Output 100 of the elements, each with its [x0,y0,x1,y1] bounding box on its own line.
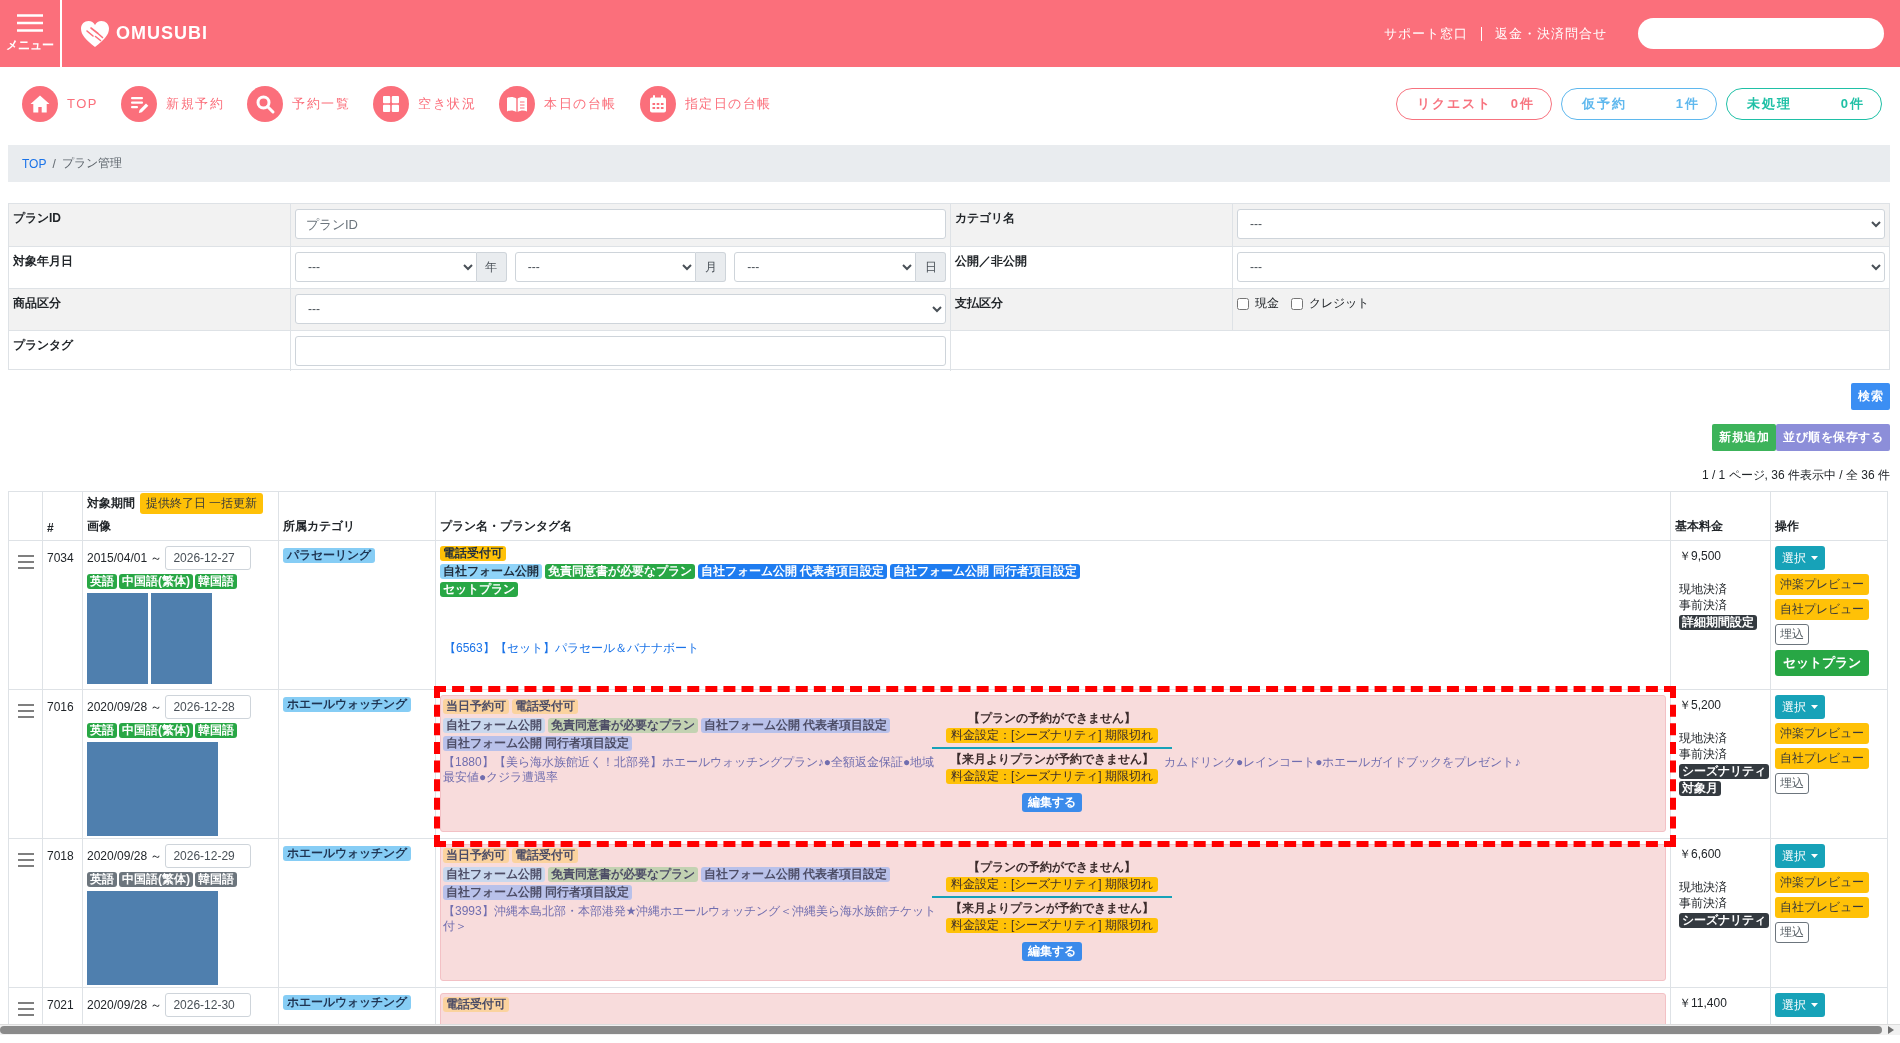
calendar-icon [639,85,676,122]
plan-tag: 自社フォーム公開 同行者項目設定 [443,885,633,900]
document-pencil-icon [121,85,157,122]
price-text: ￥11,400 [1679,995,1727,1012]
drag-handle-icon[interactable] [18,704,34,718]
unavailable-message: 【来月よりプランが予約できません】 [950,901,1154,916]
select-dropdown-button[interactable]: 選択 [1775,695,1825,719]
expired-badge: 料金設定：[シーズナリティ] 期限切れ [946,769,1158,784]
edit-button[interactable]: 編集する [1022,793,1082,812]
nav-link[interactable]: 空き状況 [373,85,476,122]
select-field[interactable]: --- [1237,209,1885,239]
grid-icon [373,85,409,122]
price-text: ￥6,600 [1679,846,1722,863]
plan-tag: 自社フォーム公開 代表者項目設定 [701,718,891,733]
heart-logo-icon [80,19,110,48]
select-dropdown-button[interactable]: 選択 [1775,993,1825,1017]
plan-title-link[interactable]: 【3993】沖縄本島北部・本部港発★沖縄ホエールウォッチング＜沖縄美ら海水族館チケット付＞ [443,904,940,934]
plan-tag: 電話受付可 [512,699,578,714]
embed-button[interactable]: 埋込 [1775,773,1809,794]
language-badge: 韓国語 [195,574,237,589]
nav-link[interactable]: 本日の台帳 [499,85,617,122]
status-counter-button[interactable]: 未処理 0件 [1726,87,1882,120]
category-badge: パラセーリング [283,548,375,563]
logo-text: OMUSUBI [116,23,208,44]
language-badge: 中国語(繁体) [119,872,193,887]
nav-link[interactable]: 予約一覧 [247,85,350,122]
plan-tag: 自社フォーム公開 同行者項目設定 [890,564,1080,579]
caret-down-icon [1811,1003,1818,1007]
select-field[interactable]: --- [1237,252,1885,282]
checkbox[interactable] [1291,297,1303,310]
category-badge: ホエールウォッチング [283,697,411,712]
caret-down-icon [1811,556,1818,560]
column-header: 画像 [87,518,112,535]
set-plan-button[interactable]: セットプラン [1775,650,1869,676]
end-date-field[interactable]: 2026-12-30 [165,993,252,1017]
select-field[interactable]: --- [514,252,697,282]
checkbox[interactable] [1237,297,1249,310]
text-field[interactable] [295,336,946,366]
header-link[interactable]: サポート窓口 [1384,24,1468,43]
plan-title-link[interactable]: 【6563】【セット】パラセール＆バナナボート [444,640,699,657]
select-dropdown-button[interactable]: 選択 [1775,546,1825,570]
preview-button[interactable]: 沖楽プレビュー [1775,574,1869,595]
save-order-button[interactable]: 並び順を保存する [1776,424,1890,451]
column-header: # [47,521,55,535]
text-field[interactable]: プランID [295,209,946,239]
select-dropdown-button[interactable]: 選択 [1775,844,1825,868]
search-field[interactable] [1638,18,1884,49]
nav-link[interactable]: TOP [22,85,98,122]
end-date-field[interactable]: 2026-12-29 [165,844,252,868]
status-counter-button[interactable]: リクエスト 0件 [1396,87,1552,120]
preview-button[interactable]: 沖楽プレビュー [1775,872,1869,893]
caret-down-icon [1811,705,1818,709]
bulk-update-button[interactable]: 提供終了日 一括更新 [140,493,264,514]
add-new-button[interactable]: 新規追加 [1712,424,1776,451]
plan-tag: セットプラン [440,582,518,597]
expired-badge: 料金設定：[シーズナリティ] 期限切れ [946,877,1158,892]
search-button[interactable]: 検索 [1851,383,1890,410]
plan-tag: 自社フォーム公開 代表者項目設定 [698,564,888,579]
drag-handle-icon[interactable] [18,1002,34,1016]
plan-title-link[interactable]: カムドリンク●レインコート●ホエールガイドブックをプレゼント♪ [1164,755,1661,770]
arrow-right-icon[interactable] [1888,1026,1894,1034]
start-date-text: 2015/04/01 ～ [87,549,163,567]
header-link[interactable]: 返金・決済問合せ [1495,24,1607,43]
payment-method-text: 事前決済 [1679,895,1727,911]
home-icon [22,85,58,122]
plan-id: 7021 [47,998,75,1012]
plan-tag: 当日予約可 [443,848,509,863]
nav-link[interactable]: 指定日の台帳 [639,85,772,122]
breadcrumb-separator: / [52,156,56,171]
embed-button[interactable]: 埋込 [1775,922,1809,943]
status-counter-button[interactable]: 仮予約 1件 [1561,87,1717,120]
drag-handle-icon[interactable] [18,555,34,569]
unit-label: 年 [476,252,507,282]
select-field[interactable]: --- [295,252,477,282]
embed-button[interactable]: 埋込 [1775,624,1809,645]
column-header: 所属カテゴリ [283,518,356,535]
preview-button[interactable]: 自社プレビュー [1775,748,1869,769]
plan-id: 7016 [47,700,75,714]
plan-title-link[interactable]: 【1880】【美ら海水族館近く！北部発】ホエールウォッチングプラン♪●全額返金保証●地域最安値●クジラ遭遇率 [443,755,940,785]
scrollbar-thumb[interactable] [0,1026,1882,1034]
category-badge: ホエールウォッチング [283,846,411,861]
language-badge: 英語 [87,574,117,589]
unavailable-message: 【プランの予約ができません】 [968,711,1136,726]
end-date-field[interactable]: 2026-12-27 [165,546,252,570]
expired-badge: 料金設定：[シーズナリティ] 期限切れ [946,728,1158,743]
end-date-field[interactable]: 2026-12-28 [165,695,252,719]
price-setting-badge: 詳細期間設定 [1679,615,1757,630]
breadcrumb-link[interactable]: TOP [22,156,47,171]
nav-link[interactable]: 新規予約 [121,85,224,122]
column-header: 操作 [1775,518,1800,535]
edit-button[interactable]: 編集する [1022,942,1082,961]
filter-label: プランタグ [13,338,73,352]
select-field[interactable]: --- [734,252,916,282]
preview-button[interactable]: 沖楽プレビュー [1775,723,1869,744]
select-field[interactable]: --- [295,294,946,324]
preview-button[interactable]: 自社プレビュー [1775,897,1869,918]
preview-button[interactable]: 自社プレビュー [1775,599,1869,620]
price-setting-badge: シーズナリティ [1679,913,1769,928]
drag-handle-icon[interactable] [18,853,34,867]
plan-id: 7018 [47,849,75,863]
